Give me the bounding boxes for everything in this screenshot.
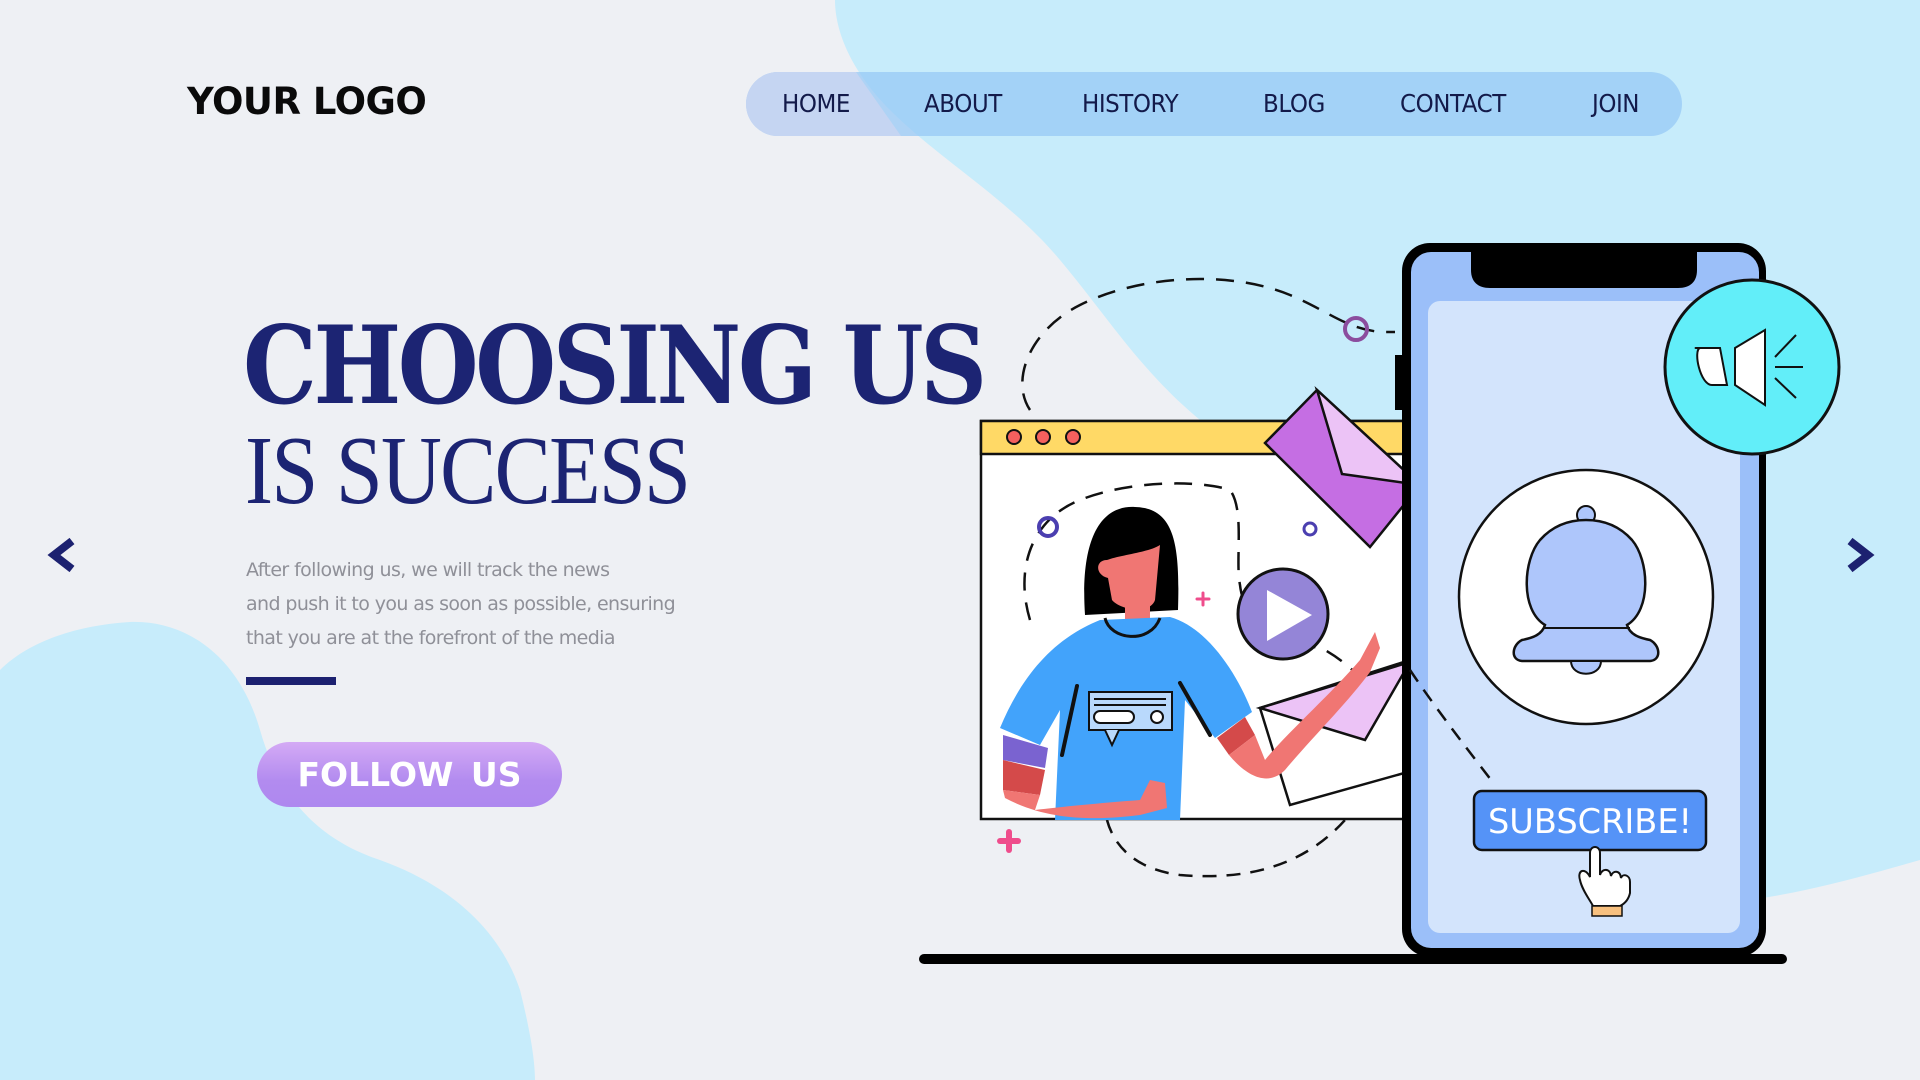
subscribe-label: SUBSCRIBE! [1488,802,1692,842]
main-nav: HOME ABOUT HISTORY BLOG CONTACT JOIN [746,72,1682,136]
accent-divider [246,677,336,685]
logo[interactable]: YOUR LOGO [187,80,427,123]
headline-line-1: CHOOSING US [243,303,987,429]
nav-item-home[interactable]: HOME [782,89,850,118]
headline-line-2: IS SUCCESS [245,417,691,525]
nav-item-history[interactable]: HISTORY [1082,89,1179,118]
nav-active-highlight [746,72,901,136]
description-line: that you are at the forefront of the med… [246,627,615,649]
nav-item-contact[interactable]: CONTACT [1400,89,1506,118]
nav-item-blog[interactable]: BLOG [1263,89,1325,118]
nav-item-about[interactable]: ABOUT [924,89,1002,118]
subscribe-button[interactable]: SUBSCRIBE! [1472,789,1708,852]
hero-description: After following us, we will track the ne… [246,553,676,655]
chevron-right-icon[interactable] [1838,535,1878,575]
description-line: After following us, we will track the ne… [246,559,610,581]
chevron-left-icon[interactable] [44,535,84,575]
nav-item-join[interactable]: JOIN [1592,89,1639,118]
description-line: and push it to you as soon as possible, … [246,593,676,615]
background-shapes [0,0,1920,1080]
bottom-left-blob [0,621,535,1080]
follow-us-button[interactable]: FOLLOW US [257,742,562,807]
